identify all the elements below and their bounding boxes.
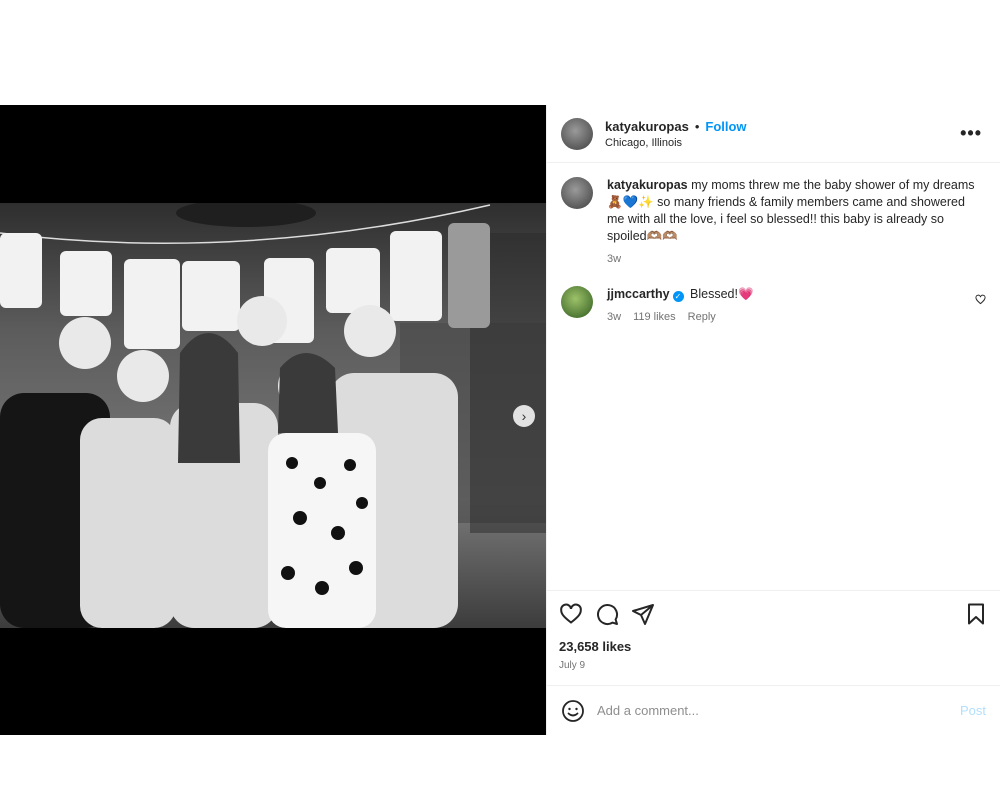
- follow-button[interactable]: Follow: [705, 119, 746, 134]
- action-section: 23,658 likes July 9: [547, 590, 1000, 671]
- caption: katyakuropas my moms threw me the baby s…: [561, 177, 986, 268]
- post-comment-button[interactable]: Post: [960, 703, 986, 718]
- comments-list: katyakuropas my moms threw me the baby s…: [547, 163, 1000, 590]
- comment-like-heart-icon[interactable]: [975, 294, 986, 308]
- list-item: jjmccarthy ✓ Blessed!💗 3w 119 likes Reply: [561, 286, 986, 326]
- more-horizontal-icon[interactable]: •••: [956, 123, 986, 144]
- action-bar: [559, 601, 988, 627]
- add-comment-input[interactable]: [597, 703, 960, 718]
- comment-likes[interactable]: 119 likes: [633, 309, 676, 326]
- avatar[interactable]: [561, 117, 593, 150]
- avatar[interactable]: [561, 177, 593, 209]
- reply-button[interactable]: Reply: [688, 309, 716, 326]
- add-comment-bar: Post: [547, 685, 1000, 735]
- caption-time[interactable]: 3w: [607, 251, 621, 268]
- smiley-icon[interactable]: [561, 699, 585, 723]
- post-date: July 9: [559, 660, 586, 671]
- comment-time[interactable]: 3w: [607, 309, 621, 326]
- likes-count[interactable]: 23,658 likes: [559, 639, 988, 654]
- post-username[interactable]: katyakuropas: [605, 119, 689, 134]
- bookmark-icon[interactable]: [964, 602, 988, 626]
- heart-icon[interactable]: [559, 602, 583, 626]
- comment-text: Blessed!💗: [690, 287, 754, 301]
- post-photo: [0, 203, 546, 628]
- post-header: katyakuropas • Follow Chicago, Illinois …: [547, 105, 1000, 163]
- avatar[interactable]: [561, 286, 593, 318]
- post-sidebar: katyakuropas • Follow Chicago, Illinois …: [546, 105, 1000, 735]
- carousel-next-button[interactable]: ›: [513, 405, 535, 427]
- comment-username[interactable]: jjmccarthy: [607, 287, 670, 301]
- comment-icon[interactable]: [595, 602, 619, 626]
- verified-badge-icon: ✓: [672, 291, 684, 302]
- send-icon[interactable]: [631, 602, 655, 626]
- post-location[interactable]: Chicago, Illinois: [605, 137, 956, 149]
- family-photo-illustration: [0, 203, 546, 628]
- separator-dot: •: [694, 118, 700, 134]
- post-dialog: › katyakuropas • Follow Chicago, Illinoi…: [0, 105, 1000, 735]
- post-media: ›: [0, 105, 546, 735]
- caption-username[interactable]: katyakuropas: [607, 178, 688, 192]
- chevron-right-icon: ›: [521, 408, 527, 424]
